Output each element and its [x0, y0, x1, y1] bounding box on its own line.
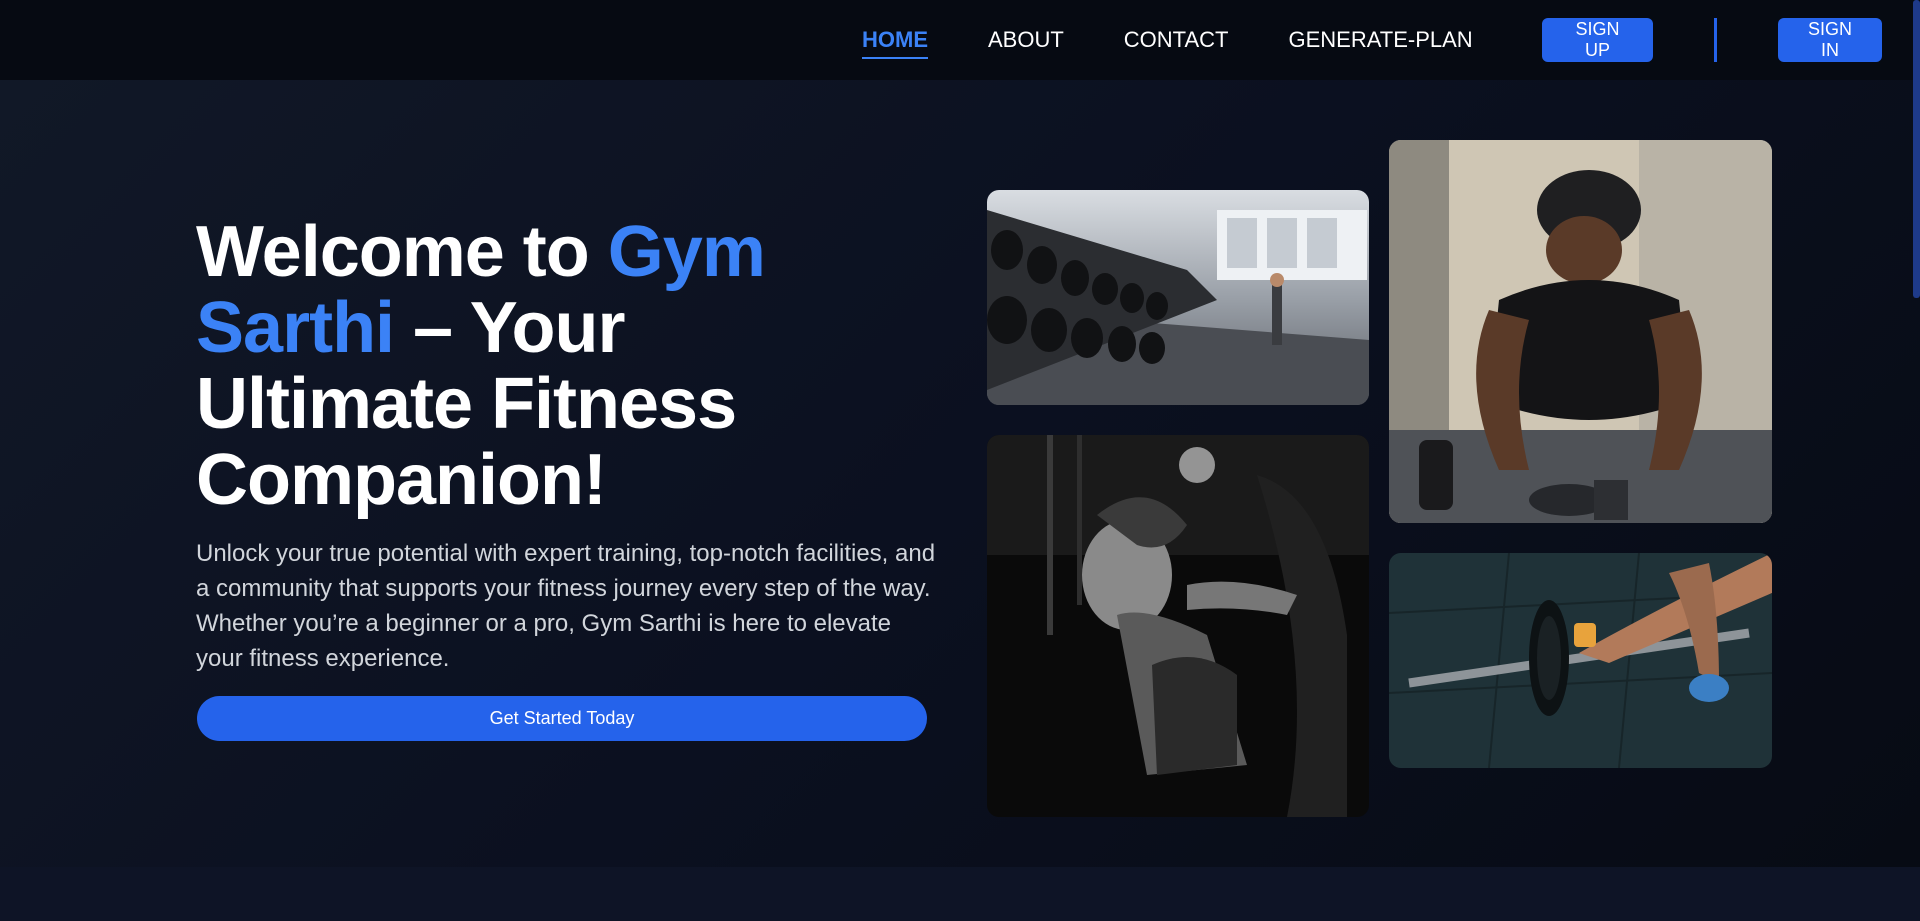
nav-link-about[interactable]: ABOUT: [988, 29, 1064, 51]
get-started-button[interactable]: Get Started Today: [197, 696, 927, 741]
man-training-photo: [1389, 140, 1772, 523]
sign-in-button[interactable]: SIGN IN: [1778, 18, 1882, 62]
sign-up-button[interactable]: SIGN UP: [1542, 18, 1653, 62]
hero-title: Welcome to Gym Sarthi – Your Ultimate Fi…: [196, 214, 836, 518]
nav-links: HOME ABOUT CONTACT GENERATE-PLAN: [862, 0, 1533, 80]
nav-link-generate-plan[interactable]: GENERATE-PLAN: [1289, 29, 1473, 51]
nav-divider: [1714, 18, 1717, 62]
page-scrollbar[interactable]: [1913, 0, 1920, 298]
hero-description: Unlock your true potential with expert t…: [196, 540, 936, 672]
barbell-deadlift-photo: [1389, 553, 1772, 768]
hero-title-intro: Welcome to: [196, 212, 608, 292]
next-section-edge: [0, 867, 1920, 921]
nav-link-contact[interactable]: CONTACT: [1124, 29, 1229, 51]
woman-squat-photo: [987, 435, 1369, 817]
nav-link-home[interactable]: HOME: [862, 29, 928, 59]
dumbbell-rack-photo: [987, 190, 1369, 405]
navbar: HOME ABOUT CONTACT GENERATE-PLAN SIGN UP…: [0, 0, 1920, 80]
